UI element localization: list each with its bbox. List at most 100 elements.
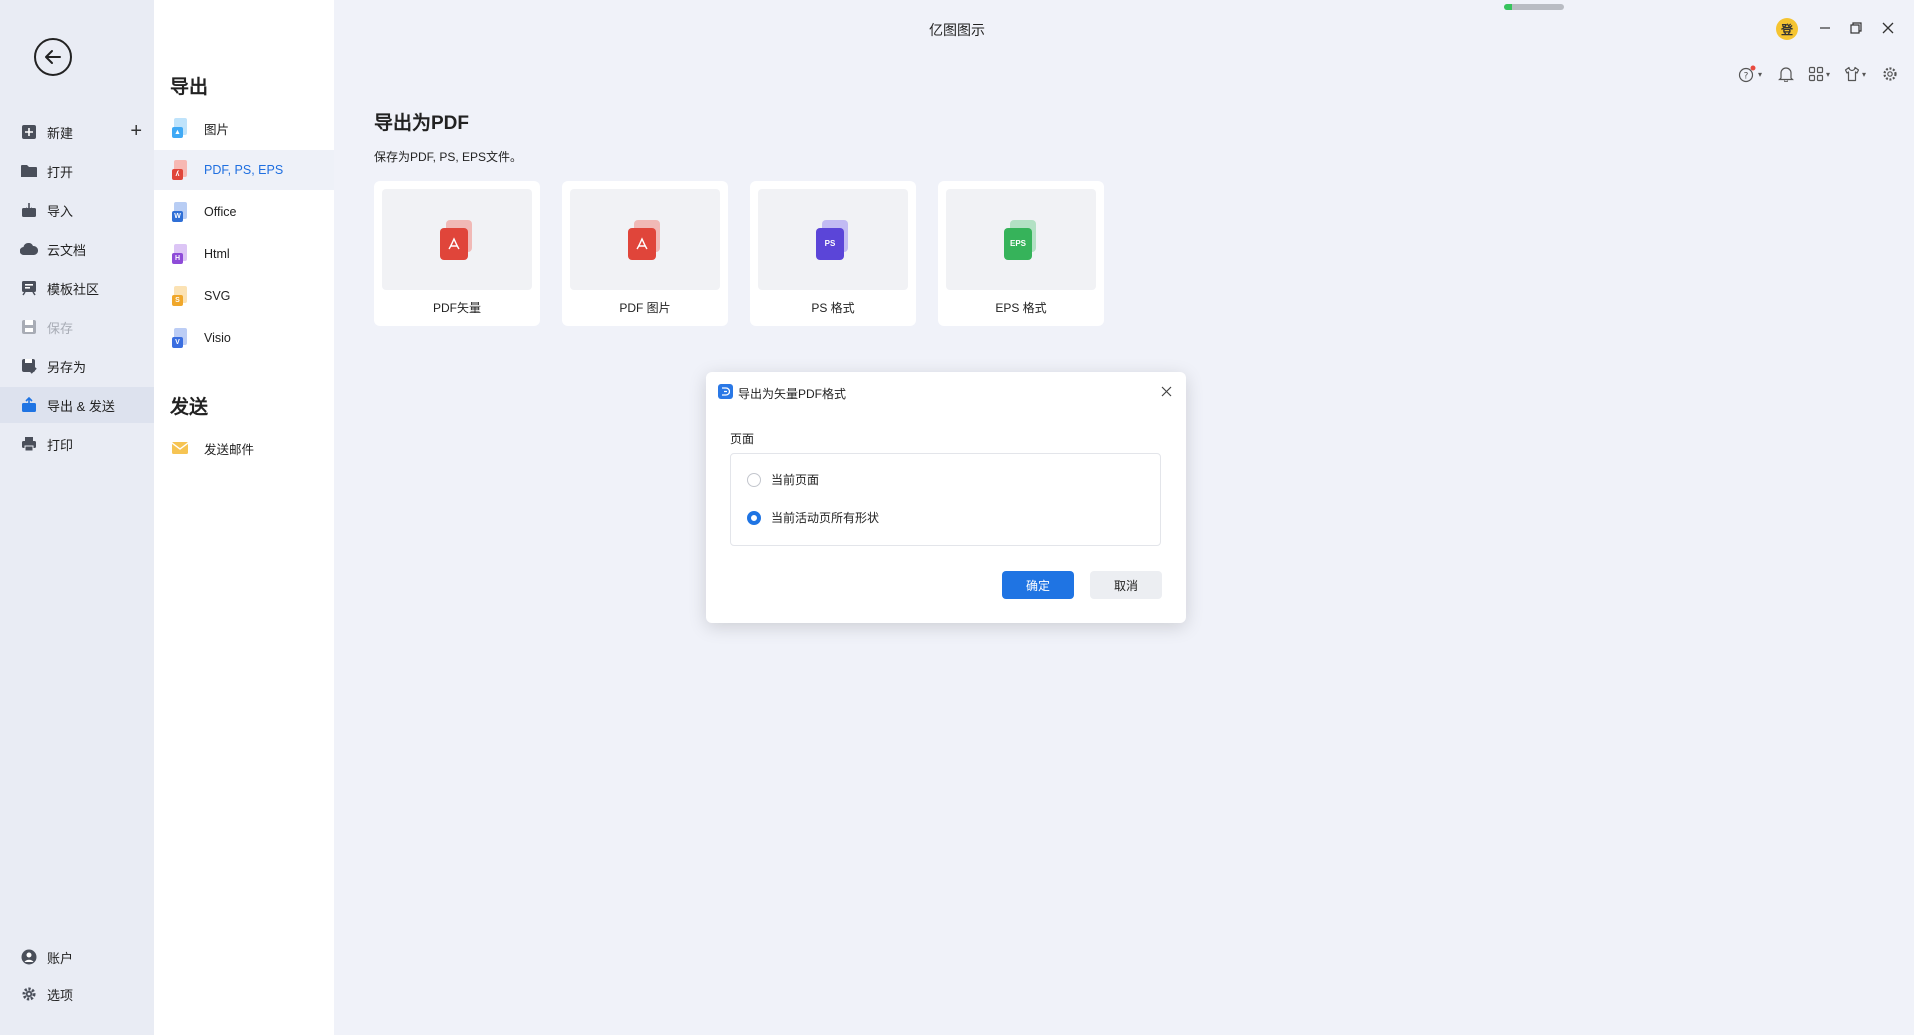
minimize-icon bbox=[1820, 27, 1830, 29]
login-avatar[interactable]: 登 bbox=[1776, 18, 1798, 40]
page-title: 导出为PDF bbox=[374, 113, 470, 134]
sub-item-email-label: 发送邮件 bbox=[204, 442, 255, 457]
cancel-button[interactable]: 取消 bbox=[1090, 571, 1162, 599]
save-as-icon bbox=[20, 357, 38, 375]
card-pdf-vector[interactable]: PDF矢量 bbox=[374, 181, 540, 326]
card-eps-format[interactable]: EPS EPS 格式 bbox=[938, 181, 1104, 326]
nav-save-as[interactable]: 另存为 bbox=[0, 348, 154, 384]
bell-icon bbox=[1778, 67, 1794, 82]
arrow-left-icon bbox=[45, 50, 61, 64]
chevron-down-icon: ▾ bbox=[1862, 69, 1867, 79]
dialog-title: 导出为矢量PDF格式 bbox=[738, 387, 847, 401]
nav-export-send[interactable]: 导出 & 发送 bbox=[0, 387, 154, 423]
sub-item-office[interactable]: W Office bbox=[154, 192, 334, 232]
pdf-vector-icon bbox=[440, 219, 474, 260]
nav-open[interactable]: 打开 bbox=[0, 153, 154, 189]
card-label: PDF 图片 bbox=[619, 301, 671, 315]
nav-print[interactable]: 打印 bbox=[0, 426, 154, 462]
svg-text:?: ? bbox=[1744, 72, 1749, 82]
export-submenu: 导出 ▲ 图片 ʎ PDF, PS, EPS W Office H Html S… bbox=[154, 0, 334, 1035]
card-label: PS 格式 bbox=[811, 301, 855, 315]
nav-cloud[interactable]: 云文档 bbox=[0, 231, 154, 267]
nav-new-label: 新建 bbox=[47, 125, 74, 141]
user-icon bbox=[20, 948, 38, 966]
help-button[interactable]: ? ▾ bbox=[1738, 62, 1762, 86]
card-thumbnail bbox=[570, 189, 720, 290]
sub-item-pdf[interactable]: ʎ PDF, PS, EPS bbox=[154, 150, 334, 190]
left-nav: 新建 + 打开 导入 云文档 模板社区 保存 另存为 导出 & 发送 打印 账户… bbox=[0, 0, 154, 1035]
apps-button[interactable]: ▾ bbox=[1808, 62, 1830, 86]
eps-file-icon: EPS bbox=[1004, 219, 1038, 260]
settings-button[interactable] bbox=[1882, 62, 1898, 86]
export-icon bbox=[20, 396, 38, 414]
pdf-file-icon: ʎ bbox=[172, 160, 188, 180]
nav-save[interactable]: 保存 bbox=[0, 309, 154, 345]
sub-item-visio-label: Visio bbox=[204, 331, 231, 345]
html-file-icon: H bbox=[172, 244, 188, 264]
nav-options-label: 选项 bbox=[47, 987, 74, 1003]
pdf-image-icon bbox=[628, 219, 662, 260]
visio-file-icon: V bbox=[172, 328, 188, 348]
import-icon bbox=[20, 201, 38, 219]
gear-icon bbox=[1883, 67, 1897, 81]
card-label: EPS 格式 bbox=[995, 301, 1047, 315]
option-all-shapes-label: 当前活动页所有形状 bbox=[771, 511, 880, 525]
nav-save-label: 保存 bbox=[47, 320, 74, 336]
sync-progress bbox=[1504, 4, 1564, 10]
radio-current-page[interactable] bbox=[747, 472, 761, 487]
notifications-button[interactable] bbox=[1778, 62, 1794, 86]
nav-account[interactable]: 账户 bbox=[0, 939, 154, 975]
word-file-icon: W bbox=[172, 202, 188, 222]
sub-item-pdf-label: PDF, PS, EPS bbox=[204, 163, 284, 177]
help-icon: ? bbox=[1738, 65, 1756, 83]
sub-item-image-label: 图片 bbox=[204, 122, 230, 137]
card-thumbnail: EPS bbox=[946, 189, 1096, 290]
export-heading: 导出 bbox=[170, 77, 209, 98]
shirt-icon bbox=[1844, 66, 1860, 82]
chevron-down-icon: ▾ bbox=[1826, 69, 1831, 79]
sub-item-image[interactable]: ▲ 图片 bbox=[154, 108, 334, 148]
restore-button[interactable] bbox=[1844, 16, 1868, 40]
nav-import[interactable]: 导入 bbox=[0, 192, 154, 228]
page-options-group: 当前页面 当前活动页所有形状 bbox=[730, 453, 1161, 546]
option-current-page-label: 当前页面 bbox=[771, 473, 820, 487]
plus-icon[interactable]: + bbox=[130, 121, 142, 141]
sync-progress-fill bbox=[1504, 4, 1513, 10]
sub-item-svg[interactable]: S SVG bbox=[154, 276, 334, 316]
printer-icon bbox=[20, 435, 38, 453]
card-ps-format[interactable]: PS PS 格式 bbox=[750, 181, 916, 326]
export-vector-pdf-dialog: 导出为矢量PDF格式 页面 当前页面 当前活动页所有形状 确定 取消 bbox=[706, 372, 1186, 623]
restore-icon bbox=[1850, 22, 1862, 34]
minimize-button[interactable] bbox=[1813, 16, 1837, 40]
sub-item-visio[interactable]: V Visio bbox=[154, 318, 334, 358]
skin-button[interactable]: ▾ bbox=[1844, 62, 1866, 86]
nav-new[interactable]: 新建 + bbox=[0, 114, 154, 150]
gear-icon bbox=[20, 985, 38, 1003]
nav-cloud-label: 云文档 bbox=[47, 242, 87, 258]
template-community-icon bbox=[20, 279, 38, 297]
folder-icon bbox=[20, 162, 38, 180]
nav-open-label: 打开 bbox=[47, 164, 74, 180]
nav-templates[interactable]: 模板社区 bbox=[0, 270, 154, 306]
app-title: 亿图图示 bbox=[929, 22, 985, 38]
sub-item-svg-label: SVG bbox=[204, 289, 231, 303]
card-thumbnail: PS bbox=[758, 189, 908, 290]
option-all-shapes[interactable]: 当前活动页所有形状 bbox=[747, 509, 879, 526]
back-button[interactable] bbox=[34, 38, 72, 76]
sub-item-email[interactable]: 发送邮件 bbox=[154, 428, 334, 468]
sub-item-html[interactable]: H Html bbox=[154, 234, 334, 274]
dialog-close-button[interactable] bbox=[1156, 381, 1176, 401]
card-thumbnail bbox=[382, 189, 532, 290]
send-heading: 发送 bbox=[170, 397, 209, 418]
card-pdf-image[interactable]: PDF 图片 bbox=[562, 181, 728, 326]
cloud-icon bbox=[20, 240, 38, 258]
confirm-button[interactable]: 确定 bbox=[1002, 571, 1074, 599]
nav-options[interactable]: 选项 bbox=[0, 976, 154, 1012]
option-current-page[interactable]: 当前页面 bbox=[747, 471, 819, 488]
radio-all-shapes[interactable] bbox=[747, 510, 761, 525]
page-section-label: 页面 bbox=[730, 432, 755, 446]
close-button[interactable] bbox=[1876, 16, 1900, 40]
save-icon bbox=[20, 318, 38, 336]
sub-item-html-label: Html bbox=[204, 247, 230, 261]
close-icon bbox=[1882, 22, 1894, 34]
